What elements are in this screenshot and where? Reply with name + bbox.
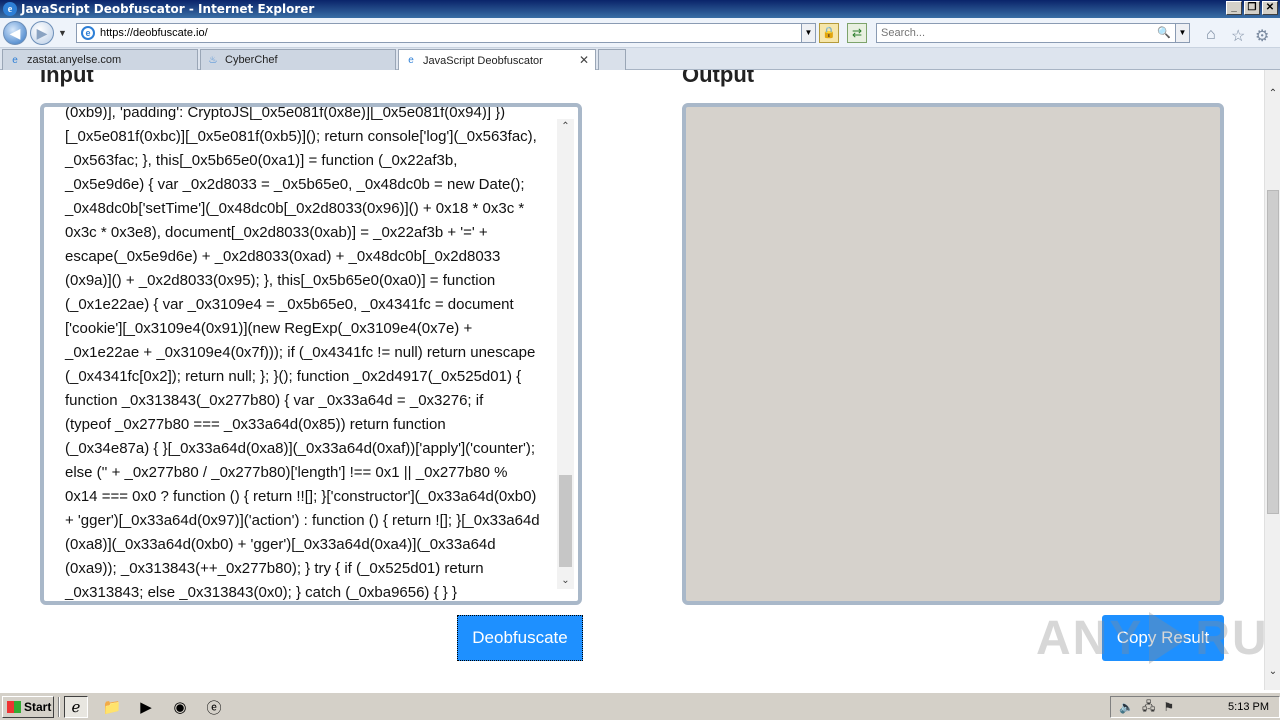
ie-page-icon: e xyxy=(408,55,414,66)
action-center-flag-icon[interactable]: ⚑ xyxy=(1163,700,1174,714)
taskbar-chrome-icon[interactable]: ◉ xyxy=(168,696,192,718)
address-bar[interactable]: e https://deobfuscate.io/ ▼ xyxy=(76,23,816,43)
favorites-star-icon[interactable]: ☆ xyxy=(1231,26,1245,46)
taskbar-separator xyxy=(58,697,60,717)
page-scroll-up-icon[interactable]: ⌃ xyxy=(1265,86,1280,102)
taskbar-ie-icon[interactable]: ℯ xyxy=(64,696,88,718)
page-scroll-down-icon[interactable]: ⌄ xyxy=(1265,664,1280,680)
system-tray: 🔈 🖧 ⚑ 5:13 PM xyxy=(1110,696,1280,718)
code-line: _0x48dc0b['setTime'](_0x48dc0b[_0x2d8033… xyxy=(65,200,525,217)
taskbar-edge-icon[interactable]: ⓔ xyxy=(202,696,226,718)
code-line: (0xa9)); _0x313843(++_0x277b80); } try {… xyxy=(65,560,484,577)
network-icon[interactable]: 🖧 xyxy=(1142,697,1155,718)
tab-strip: e zastat.anyelse.com ♨ CyberChef e JavaS… xyxy=(0,48,1280,71)
code-line: _0x1e22ae + _0x3109e4(0x7f))); if (_0x43… xyxy=(65,344,536,361)
search-dropdown-icon[interactable]: ▼ xyxy=(1175,24,1189,42)
new-tab-button[interactable] xyxy=(598,49,626,70)
maximize-button[interactable]: ❐ xyxy=(1244,1,1260,15)
url-text[interactable]: https://deobfuscate.io/ xyxy=(100,27,208,39)
input-scrollbar[interactable]: ⌃ ⌄ xyxy=(557,119,574,589)
window-title-bar: e JavaScript Deobfuscator - Internet Exp… xyxy=(0,0,1280,18)
lock-icon[interactable]: 🔒 xyxy=(819,23,839,43)
back-button[interactable]: ◀ xyxy=(3,21,27,45)
tab-label: CyberChef xyxy=(225,54,278,66)
code-line: (0xb9)], 'padding': CryptoJS[_0x5e081f(0… xyxy=(65,104,506,121)
input-code-text[interactable]: (0xb9)], 'padding': CryptoJS[_0x5e081f(0… xyxy=(65,104,561,601)
code-line: (_0x4341fc[0x2]); return null; }; }(); f… xyxy=(65,368,522,385)
search-input[interactable] xyxy=(877,27,1147,39)
code-line: (_0x1e22ae) { var _0x3109e4 = _0x5b65e0,… xyxy=(65,296,514,313)
site-ie-icon: e xyxy=(81,26,95,40)
code-line: [_0x5e081f(0xbc)][_0x5e081f(0xb5)](); re… xyxy=(65,128,537,145)
code-line: _0x563fac; }, this[_0x5b65e0(0xa1)] = fu… xyxy=(65,152,458,169)
code-line: (_0x34e87a) { }[_0x33a64d(0xa8)](_0x33a6… xyxy=(65,440,536,457)
code-line: (typeof _0x277b80 === _0x33a64d(0x85)) r… xyxy=(65,416,446,433)
close-tab-icon[interactable]: ✕ xyxy=(579,53,589,67)
scroll-down-icon[interactable]: ⌄ xyxy=(557,573,574,589)
close-button[interactable]: ✕ xyxy=(1262,1,1278,15)
code-line: (0xa8)](_0x33a64d(0xb0) + 'gger')[_0x33a… xyxy=(65,536,496,553)
scroll-up-icon[interactable]: ⌃ xyxy=(557,119,574,135)
code-line: else ('' + _0x277b80 / _0x277b80)['lengt… xyxy=(65,464,508,481)
code-line: _0x313843; else _0x313843(0x0); } catch … xyxy=(65,584,457,601)
address-toolbar: ◀ ▶ ▼ e https://deobfuscate.io/ ▼ 🔒 ⇄ 🔍 … xyxy=(0,18,1280,48)
home-icon[interactable]: ⌂ xyxy=(1206,26,1216,44)
start-label: Start xyxy=(24,700,52,714)
taskbar: Start ℯ 📁 ▶ ◉ ⓔ 🔈 🖧 ⚑ 5:13 PM xyxy=(0,692,1280,720)
search-box[interactable]: 🔍 ▼ xyxy=(876,23,1190,43)
search-icon[interactable]: 🔍 xyxy=(1157,26,1171,39)
minimize-button[interactable]: _ xyxy=(1226,1,1242,15)
output-heading: Output xyxy=(682,70,755,87)
code-line: function _0x313843(_0x277b80) { var _0x3… xyxy=(65,392,484,409)
tab-label: zastat.anyelse.com xyxy=(27,54,122,66)
taskbar-clock[interactable]: 5:13 PM xyxy=(1228,701,1269,713)
windows-logo-icon xyxy=(7,701,21,713)
code-line: 0x3c * 0x3e8), document[_0x2d8033(0xab)]… xyxy=(65,224,488,241)
ie-page-icon: e xyxy=(12,54,18,66)
code-line: 0x14 === 0x0 ? function () { return !![]… xyxy=(65,488,537,505)
chef-hat-icon: ♨ xyxy=(208,54,218,66)
code-line: + 'gger')[_0x33a64d(0x97)]('action') : f… xyxy=(65,512,540,529)
start-button[interactable]: Start xyxy=(2,696,54,718)
page-scrollbar[interactable]: ⌃ ⌄ xyxy=(1264,70,1280,690)
code-line: escape(_0x5e9d6e) + _0x2d8033(0xad) + _0… xyxy=(65,248,501,265)
settings-gear-icon[interactable]: ⚙ xyxy=(1255,26,1269,46)
input-heading: Input xyxy=(40,70,94,87)
code-line: _0x5e9d6e) { var _0x2d8033 = _0x5b65e0, … xyxy=(65,176,525,193)
recent-pages-dropdown-icon[interactable]: ▼ xyxy=(58,28,67,38)
window-title: JavaScript Deobfuscator - Internet Explo… xyxy=(21,2,315,16)
tab-javascript-deobfuscator[interactable]: e JavaScript Deobfuscator ✕ xyxy=(398,49,596,71)
copy-result-button[interactable]: Copy Result xyxy=(1102,615,1224,661)
input-textarea[interactable]: (0xb9)], 'padding': CryptoJS[_0x5e081f(0… xyxy=(40,103,582,605)
refresh-icon[interactable]: ⇄ xyxy=(847,23,867,43)
address-dropdown-icon[interactable]: ▼ xyxy=(801,24,815,42)
volume-icon[interactable]: 🔈 xyxy=(1119,700,1134,714)
forward-button[interactable]: ▶ xyxy=(30,21,54,45)
tab-cyberchef[interactable]: ♨ CyberChef xyxy=(200,49,396,70)
output-textarea[interactable] xyxy=(682,103,1224,605)
tab-label: JavaScript Deobfuscator xyxy=(423,54,543,67)
internet-explorer-icon: e xyxy=(3,2,17,16)
window-controls: _ ❐ ✕ xyxy=(1226,1,1278,15)
page-content: Input Output (0xb9)], 'padding': CryptoJ… xyxy=(0,70,1264,690)
code-line: (0x9a)]() + _0x2d8033(0x95); }, this[_0x… xyxy=(65,272,496,289)
tab-zastat[interactable]: e zastat.anyelse.com xyxy=(2,49,198,70)
scroll-thumb[interactable] xyxy=(559,475,572,567)
deobfuscate-button[interactable]: Deobfuscate xyxy=(457,615,583,661)
code-line: ['cookie'][_0x3109e4(0x91)](new RegExp(_… xyxy=(65,320,473,337)
page-scroll-thumb[interactable] xyxy=(1267,190,1279,514)
taskbar-media-player-icon[interactable]: ▶ xyxy=(134,696,158,718)
taskbar-explorer-icon[interactable]: 📁 xyxy=(100,696,124,718)
